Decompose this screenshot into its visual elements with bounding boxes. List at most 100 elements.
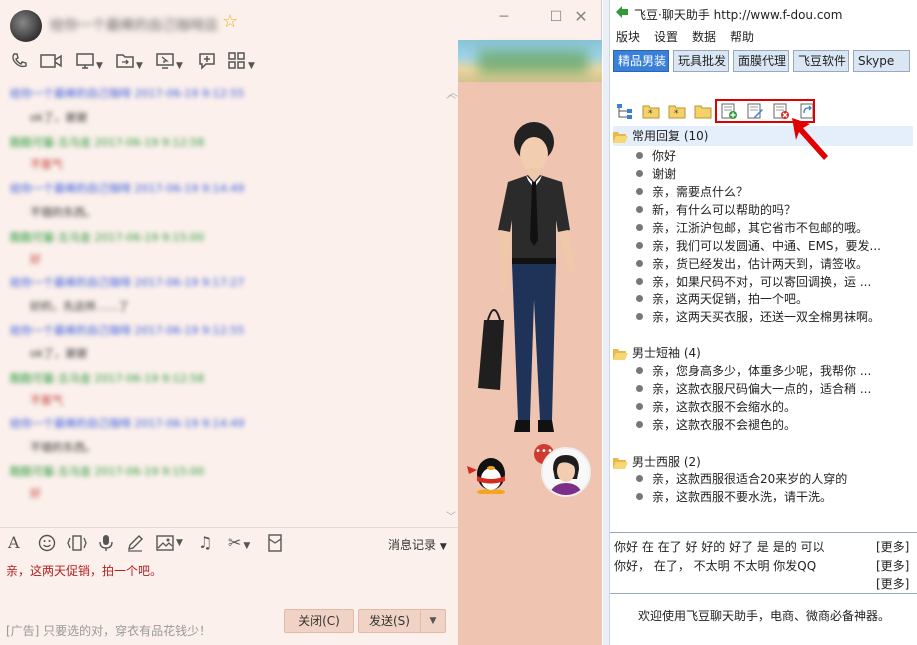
message-body: 好 bbox=[30, 253, 41, 266]
message-header: 酷酷可馨-五乌金 2017-06-19 9:15:00 bbox=[10, 465, 205, 478]
star-icon[interactable]: ☆ bbox=[222, 13, 238, 31]
reply-item[interactable]: 亲，这款西服很适合20来岁的人穿的 bbox=[636, 470, 847, 488]
reply-item[interactable]: 亲，这款衣服不会缩水的。 bbox=[636, 398, 796, 416]
reply-text: 亲，这款衣服不会褪色的。 bbox=[652, 418, 797, 432]
reply-text: 亲，我们可以发圆通、中通、EMS，要发... bbox=[652, 239, 881, 253]
reply-item[interactable]: 亲，货已经发出，估计两天到，请签收。 bbox=[636, 255, 868, 273]
folder-icon[interactable] bbox=[694, 102, 712, 120]
message-input[interactable]: 亲，这两天促销，拍一个吧。 bbox=[6, 562, 162, 579]
reply-item[interactable]: 亲，这款西服不要水洗，请干洗。 bbox=[636, 488, 832, 506]
video-call-icon[interactable] bbox=[40, 52, 62, 74]
contact-name[interactable]: 给你一个最棒的自己咖啡店 bbox=[50, 15, 218, 35]
music-icon[interactable]: ♫ bbox=[198, 534, 212, 552]
message-body: 不错的东西。 bbox=[30, 441, 96, 454]
image-icon[interactable]: ▼ bbox=[156, 534, 183, 556]
group-label: 常用回复 (10) bbox=[632, 129, 709, 143]
minimize-button[interactable]: ─ bbox=[494, 8, 514, 26]
tab-menswear[interactable]: 精品男装 bbox=[613, 50, 669, 72]
menu-item[interactable]: 版块 bbox=[616, 28, 640, 45]
reply-item[interactable]: 亲，如果尺码不对，可以寄回调换，运 ... bbox=[636, 273, 871, 291]
menu-item[interactable]: 帮助 bbox=[730, 28, 754, 45]
group-short-sleeves[interactable]: 男士短袖 (4) bbox=[613, 343, 913, 363]
reply-text: 亲，这款西服不要水洗，请干洗。 bbox=[652, 490, 833, 504]
red-packet-icon[interactable] bbox=[268, 534, 282, 556]
message-header: 酷酷可馨-五乌金 2017-06-19 9:12:58 bbox=[10, 136, 205, 149]
panel-scroll-arrow[interactable]: ︿ bbox=[448, 84, 458, 99]
reply-item[interactable]: 亲，您身高多少，体重多少呢，我帮你 ... bbox=[636, 362, 871, 380]
remote-desktop-icon[interactable]: ▼ bbox=[156, 52, 183, 74]
shake-icon[interactable] bbox=[66, 534, 88, 556]
reply-text: 亲，这两天促销，拍一个吧。 bbox=[652, 292, 809, 306]
reply-item[interactable]: 亲，我们可以发圆通、中通、EMS，要发... bbox=[636, 237, 881, 255]
qq-penguin-icon[interactable] bbox=[465, 452, 513, 494]
more-link[interactable]: [更多] bbox=[876, 557, 909, 574]
reply-item[interactable]: 亲，这两天买衣服，还送一双全棉男袜啊。 bbox=[636, 308, 880, 326]
tab-masks[interactable]: 面膜代理 bbox=[733, 50, 789, 72]
reply-item[interactable]: 亲，江浙沪包邮，其它省市不包邮的哦。 bbox=[636, 219, 868, 237]
reply-item[interactable]: 亲，需要点什么？ bbox=[636, 183, 748, 201]
scroll-down-arrow[interactable]: ﹀ bbox=[446, 508, 456, 523]
message-header: 给你一个最棒的自己咖啡 2017-06-19 9:12:55 bbox=[10, 324, 245, 337]
ad-text[interactable]: [广告] 只要选的对，穿衣有品花钱少！ bbox=[6, 622, 211, 639]
tab-toys[interactable]: 玩具批发 bbox=[673, 50, 729, 72]
message-history-link[interactable]: 消息记录 ▼ bbox=[388, 536, 447, 553]
chat-header: 给你一个最棒的自己咖啡店 ☆ ─ ☐ ✕ bbox=[0, 0, 602, 42]
collapse-folder-icon[interactable]: * bbox=[668, 102, 686, 120]
contact-avatar[interactable] bbox=[10, 10, 42, 42]
apps-grid-icon[interactable]: ▼ bbox=[228, 52, 255, 74]
user-avatar[interactable] bbox=[541, 447, 591, 497]
message-header: 酷酷可馨-五乌金 2017-06-19 9:12:58 bbox=[10, 372, 205, 385]
tab-skype[interactable]: Skype bbox=[853, 50, 910, 72]
send-button[interactable]: 发送(S) bbox=[358, 609, 420, 633]
pen-icon[interactable] bbox=[126, 534, 144, 556]
microphone-icon[interactable] bbox=[98, 534, 114, 556]
back-arrow-icon[interactable] bbox=[615, 5, 629, 19]
reply-item[interactable]: 谢谢 bbox=[636, 165, 676, 183]
message-body: 不客气 bbox=[30, 158, 63, 171]
more-link[interactable]: [更多] bbox=[876, 538, 909, 555]
quick-phrases: 你好 在 在了 好 好的 好了 是 是的 可以 你好， 在了， 不太明 不太明 … bbox=[610, 532, 917, 592]
svg-text:*: * bbox=[648, 109, 653, 119]
message-header: 给你一个最棒的自己咖啡 2017-06-19 9:12:55 bbox=[10, 87, 245, 100]
close-chat-button[interactable]: 关闭(C) bbox=[284, 609, 354, 633]
maximize-button[interactable]: ☐ bbox=[546, 8, 566, 26]
quick-phrase-line[interactable]: 你好， 在了， 不太明 不太明 你发QQ bbox=[614, 557, 816, 574]
menu-item[interactable]: 设置 bbox=[654, 28, 678, 45]
font-icon[interactable]: A bbox=[8, 534, 20, 552]
expand-folder-icon[interactable]: * bbox=[642, 102, 660, 120]
message-header: 酷酷可馨-五乌金 2017-06-19 9:15:00 bbox=[10, 231, 205, 244]
tab-feidou-software[interactable]: 飞豆软件 bbox=[793, 50, 849, 72]
reply-text: 亲，货已经发出，估计两天到，请签收。 bbox=[652, 257, 869, 271]
reply-text: 你好 bbox=[652, 149, 677, 163]
ad-banner[interactable] bbox=[458, 40, 602, 82]
category-tabs: 精品男装 玩具批发 面膜代理 飞豆软件 Skype bbox=[610, 48, 917, 74]
message-list[interactable]: 给你一个最棒的自己咖啡 2017-06-19 9:12:55 ok了，谢谢 酷酷… bbox=[0, 82, 452, 524]
reply-item[interactable]: 亲，这两天促销，拍一个吧。 bbox=[636, 290, 808, 308]
group-suits[interactable]: 男士西服 (2) bbox=[613, 452, 913, 472]
group-label: 男士短袖 (4) bbox=[632, 346, 701, 360]
quick-phrase-line[interactable]: 你好 在 在了 好 好的 好了 是 是的 可以 bbox=[614, 538, 825, 555]
footer-text: 欢迎使用飞豆聊天助手，电商、微商必备神器。 bbox=[637, 609, 890, 623]
close-window-button[interactable]: ✕ bbox=[571, 8, 591, 26]
tree-view-icon[interactable] bbox=[616, 102, 634, 120]
reply-item[interactable]: 你好 bbox=[636, 147, 676, 165]
more-link[interactable]: [更多] bbox=[876, 575, 909, 592]
phone-icon[interactable] bbox=[10, 52, 28, 74]
reply-item[interactable]: 亲，这款衣服不会褪色的。 bbox=[636, 416, 796, 434]
emoji-icon[interactable] bbox=[38, 534, 56, 556]
chat-toolbar: ▼ ▼ ▼ ▼ bbox=[8, 52, 268, 74]
message-header: 给你一个最棒的自己咖啡 2017-06-19 9:17:27 bbox=[10, 276, 245, 289]
group-common-replies[interactable]: 常用回复 (10) bbox=[613, 126, 913, 146]
reply-item[interactable]: 亲，这款衣服尺码偏大一点的，适合稍 ... bbox=[636, 380, 871, 398]
history-label: 消息记录 bbox=[388, 538, 437, 552]
add-message-icon[interactable] bbox=[198, 52, 216, 74]
reply-text: 亲，需要点什么？ bbox=[652, 185, 749, 199]
reply-text: 亲，这两天买衣服，还送一双全棉男袜啊。 bbox=[652, 310, 881, 324]
screen-share-icon[interactable]: ▼ bbox=[76, 52, 103, 74]
send-options-button[interactable]: ▼ bbox=[420, 609, 446, 633]
reply-item[interactable]: 新，有什么可以帮助的吗？ bbox=[636, 201, 796, 219]
file-transfer-icon[interactable]: ▼ bbox=[116, 52, 143, 74]
menu-item[interactable]: 数据 bbox=[692, 28, 716, 45]
scissors-icon[interactable]: ✂ ▼ bbox=[228, 534, 250, 555]
message-body: 不客气 bbox=[30, 394, 63, 407]
